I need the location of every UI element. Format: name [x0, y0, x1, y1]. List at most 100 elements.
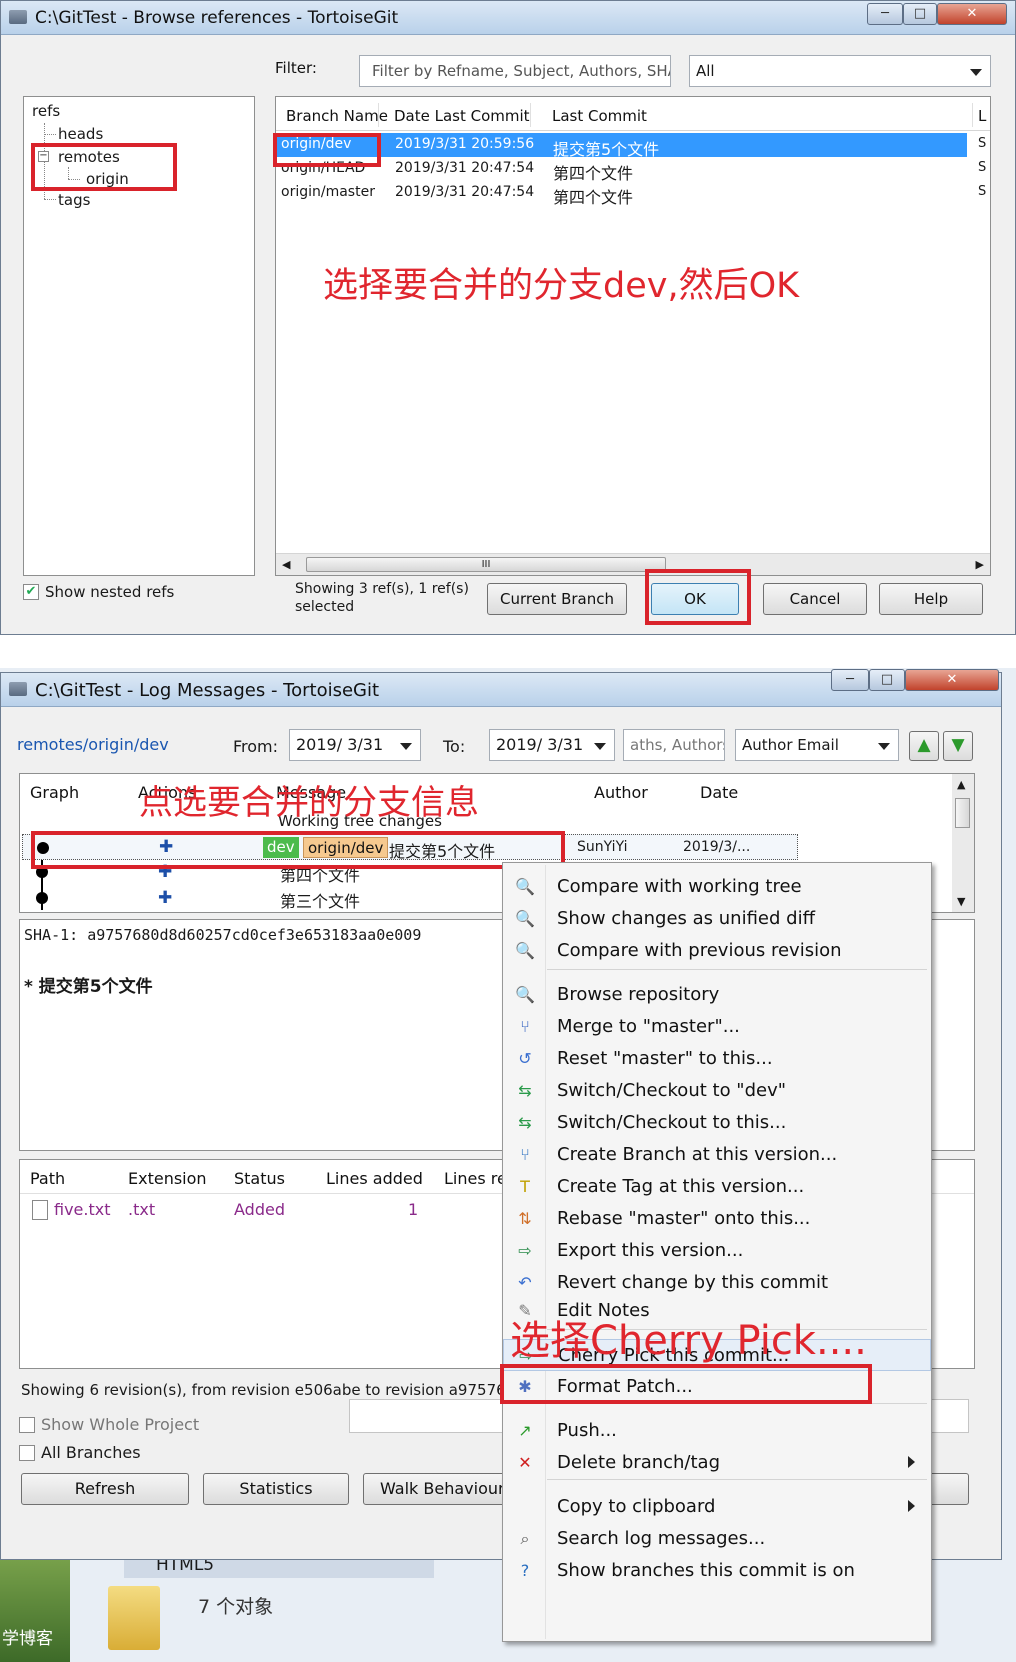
maximize-button[interactable]: □ [869, 669, 905, 691]
scroll-left-icon[interactable]: ◀ [282, 558, 290, 571]
close-button[interactable]: ✕ [937, 3, 1007, 25]
scroll-down-icon[interactable]: ▼ [957, 895, 965, 908]
switch-icon: ⇆ [518, 1081, 532, 1100]
switch-icon: ⇆ [518, 1113, 532, 1132]
file-path[interactable]: five.txt [54, 1200, 111, 1219]
col-author[interactable]: Author [594, 783, 648, 802]
col-lines-removed[interactable]: Lines re [444, 1169, 507, 1188]
col-path[interactable]: Path [30, 1169, 65, 1188]
scroll-right-icon[interactable]: ▶ [976, 558, 984, 571]
help-button[interactable]: Help [879, 583, 983, 615]
menu-item-switch-checkout-to-dev[interactable]: ⇆ Switch/Checkout to "dev" [503, 1075, 931, 1107]
menu-item-show-branches-this-commit-is-on[interactable]: ? Show branches this commit is on [503, 1555, 931, 1587]
show-whole-project-label: Show Whole Project [41, 1415, 200, 1434]
col-last-commit[interactable]: Last Commit [552, 107, 647, 125]
file-lines-added: 1 [408, 1200, 419, 1219]
menu-item-label: Copy to clipboard [557, 1496, 716, 1517]
col-extension[interactable]: Extension [128, 1169, 207, 1188]
col-lines-added[interactable]: Lines added [326, 1169, 423, 1188]
menu-item-export-this-version[interactable]: ⇨ Export this version... [503, 1235, 931, 1267]
col-date[interactable]: Date [700, 783, 738, 802]
magnifier-icon: 🔍 [515, 877, 535, 896]
menu-item-create-tag-at-this-version[interactable]: T Create Tag at this version... [503, 1171, 931, 1203]
menu-item-merge-to-master[interactable]: ⑂ Merge to "master"... [503, 1011, 931, 1043]
scroll-up-icon[interactable]: ▲ [957, 778, 965, 791]
search-input[interactable]: aths, Authors [623, 729, 725, 761]
menu-item-label: Compare with working tree [557, 876, 802, 897]
menu-item-label: Search log messages... [557, 1528, 766, 1549]
list-header: Branch Name Date Last Commit Last Commit… [276, 97, 990, 131]
row-message[interactable]: 第三个文件 [280, 888, 360, 912]
menu-item-compare-with-working-tree[interactable]: 🔍 Compare with working tree [503, 871, 931, 903]
vertical-scrollbar[interactable]: ▲ ▼ [952, 774, 974, 912]
to-date-picker[interactable]: 2019/ 3/31 [489, 729, 615, 761]
minimize-button[interactable]: ─ [867, 3, 903, 25]
col-branch-name[interactable]: Branch Name [286, 107, 388, 125]
arrow-up-button[interactable]: ▲ [909, 731, 939, 761]
menu-item-label: Create Tag at this version... [557, 1176, 805, 1197]
from-date-picker[interactable]: 2019/ 3/31 [289, 729, 421, 761]
tree-item-tags[interactable]: tags [58, 191, 90, 209]
row-date: 2019/3/... [683, 839, 751, 855]
menu-item-rebase-master-onto-this[interactable]: ⇅ Rebase "master" onto this... [503, 1203, 931, 1235]
refs-list[interactable]: Branch Name Date Last Commit Last Commit… [275, 96, 991, 576]
folder-icon[interactable] [108, 1586, 160, 1650]
menu-item-push[interactable]: ↗ Push... [503, 1415, 931, 1447]
maximize-button[interactable]: □ [903, 3, 937, 25]
menu-item-label: Switch/Checkout to "dev" [557, 1080, 787, 1101]
search-field-select[interactable]: Author Email [735, 729, 899, 761]
show-nested-refs-checkbox[interactable]: ✔ [23, 584, 39, 600]
menu-item-delete-branch-tag[interactable]: ✕ Delete branch/tag [503, 1447, 931, 1479]
current-branch-button[interactable]: Current Branch [487, 583, 627, 615]
chevron-down-icon [878, 743, 890, 750]
annotation-box-cherry-pick [500, 1364, 872, 1404]
title-bar[interactable]: C:\GitTest - Browse references - Tortois… [1, 1, 1015, 35]
col-l[interactable]: L [978, 107, 986, 125]
col-status[interactable]: Status [234, 1169, 285, 1188]
menu-item-label: Compare with previous revision [557, 940, 842, 961]
search-field-value: Author Email [742, 736, 839, 754]
ref-date: 2019/3/31 20:47:54 [395, 184, 535, 200]
refresh-button[interactable]: Refresh [21, 1473, 189, 1505]
col-date-last-commit[interactable]: Date Last Commit [394, 107, 530, 125]
menu-item-label: Delete branch/tag [557, 1452, 721, 1473]
tree-item-refs[interactable]: refs [32, 102, 60, 120]
filter-scope-select[interactable]: All [689, 55, 991, 87]
menu-item-show-changes-as-unified-diff[interactable]: 🔍 Show changes as unified diff [503, 903, 931, 935]
file-icon [32, 1200, 48, 1220]
all-branches-checkbox[interactable] [19, 1445, 35, 1461]
statistics-button[interactable]: Statistics [203, 1473, 349, 1505]
horizontal-scrollbar[interactable]: ◀ III ▶ [276, 553, 990, 575]
branch-icon: ⑂ [520, 1145, 530, 1164]
browse-references-window: C:\GitTest - Browse references - Tortois… [0, 0, 1016, 635]
show-whole-project-checkbox[interactable] [19, 1417, 35, 1433]
annotation-select-branch: 选择要合并的分支dev,然后OK [323, 266, 800, 306]
scroll-thumb[interactable] [955, 798, 970, 828]
menu-item-reset-master-to-this[interactable]: ↺ Reset "master" to this... [503, 1043, 931, 1075]
close-button[interactable]: ✕ [905, 669, 999, 691]
title-bar[interactable]: C:\GitTest - Log Messages - TortoiseGit … [1, 669, 1001, 707]
arrow-down-button[interactable]: ▼ [943, 731, 973, 761]
menu-item-switch-checkout-to-this[interactable]: ⇆ Switch/Checkout to this... [503, 1107, 931, 1139]
app-icon [9, 682, 27, 696]
branch-link[interactable]: remotes/origin/dev [17, 735, 169, 754]
branches-icon: ? [520, 1561, 530, 1580]
tree-item-heads[interactable]: heads [58, 125, 103, 143]
menu-item-create-branch-at-this-version[interactable]: ⑂ Create Branch at this version... [503, 1139, 931, 1171]
ref-l: S [978, 136, 987, 151]
chevron-down-icon [594, 743, 606, 750]
scroll-thumb[interactable]: III [306, 557, 666, 572]
minimize-button[interactable]: ─ [831, 669, 869, 691]
menu-item-search-log-messages[interactable]: ⌕ Search log messages... [503, 1523, 931, 1555]
export-icon: ⇨ [518, 1241, 532, 1260]
filter-input[interactable]: Filter by Refname, Subject, Authors, SHA… [359, 55, 671, 87]
desktop-taskbar-left: 学博客 [0, 1560, 70, 1662]
col-graph[interactable]: Graph [30, 783, 79, 802]
menu-item-browse-repository[interactable]: 🔍 Browse repository [503, 979, 931, 1011]
ref-row[interactable]: origin/master 2019/3/31 20:47:54 第四个文件 [277, 181, 967, 207]
menu-item-copy-to-clipboard[interactable]: Copy to clipboard [503, 1491, 931, 1523]
menu-item-compare-with-previous-revision[interactable]: 🔍 Compare with previous revision [503, 935, 931, 967]
annotation-box-ok [645, 569, 751, 625]
filter-label: Filter: [275, 59, 317, 77]
cancel-button[interactable]: Cancel [763, 583, 867, 615]
